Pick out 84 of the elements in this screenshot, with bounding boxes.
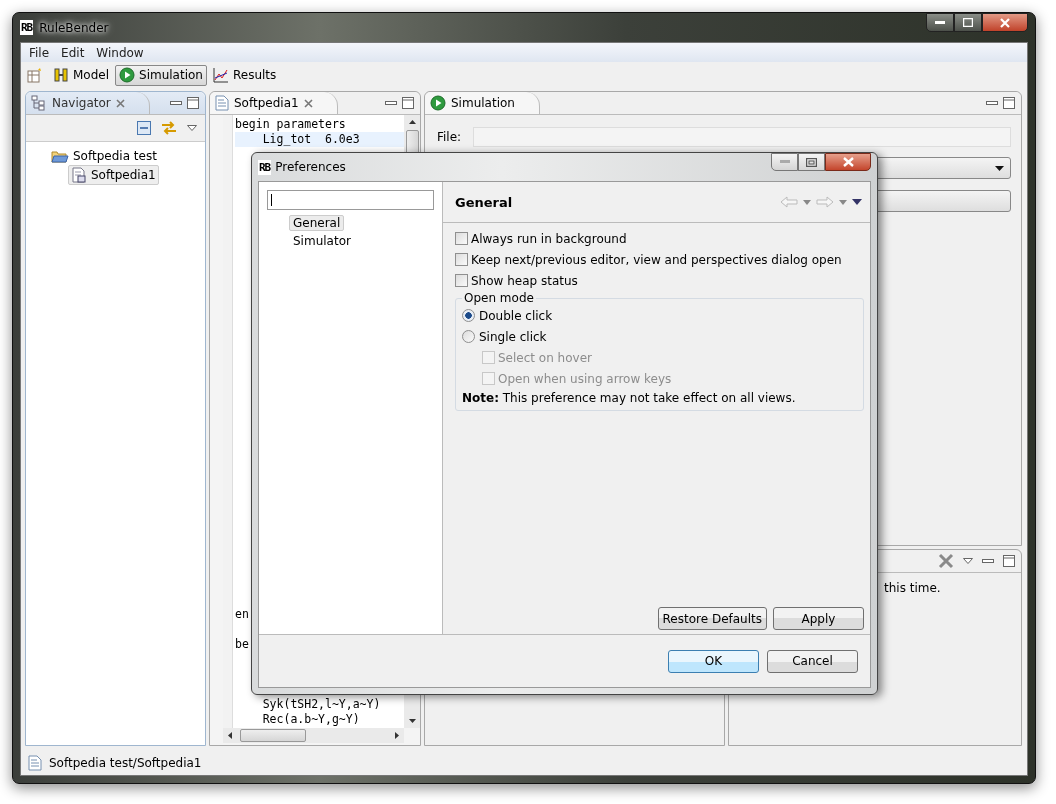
maximize-button[interactable]: [954, 13, 982, 32]
close-button[interactable]: [982, 13, 1028, 32]
code-line: en: [235, 607, 250, 622]
maximize-button[interactable]: [798, 153, 825, 171]
restore-icon: [806, 157, 817, 167]
radio-button[interactable]: Double click: [462, 305, 857, 326]
maximize-icon[interactable]: [187, 97, 199, 109]
perspective-button[interactable]: Simulation: [115, 64, 207, 86]
status-text: Softpedia test/Softpedia1: [49, 755, 202, 770]
left-arrow-icon: [228, 732, 232, 739]
scrollbar-thumb[interactable]: [240, 729, 306, 742]
view-menu-icon[interactable]: [852, 199, 862, 205]
open-perspective-icon[interactable]: [27, 67, 43, 83]
menu-item[interactable]: Window: [90, 45, 150, 60]
tree-icon: [31, 95, 47, 111]
dialog-title: Preferences: [275, 160, 346, 174]
minimize-icon[interactable]: [982, 558, 994, 564]
app-logo: RB: [258, 159, 272, 175]
right-arrow-icon: [395, 732, 399, 739]
collapse-all-icon[interactable]: [137, 121, 151, 135]
group-title: Open mode: [463, 291, 535, 305]
code-line: be: [235, 637, 250, 652]
close-icon[interactable]: [303, 98, 313, 108]
maximize-icon[interactable]: [402, 97, 414, 109]
page-title: General: [455, 194, 513, 210]
note-text: Note: This preference may not take effect on all views.: [462, 391, 797, 405]
simulation-tab[interactable]: Simulation: [425, 92, 540, 114]
window-title: RuleBender: [39, 20, 109, 35]
maximize-icon: [963, 18, 973, 27]
remove-icon[interactable]: [938, 553, 954, 569]
horizontal-scrollbar[interactable]: [223, 728, 404, 743]
dropdown-arrow-icon: [995, 165, 1004, 171]
minimize-icon[interactable]: [170, 100, 182, 106]
play-icon: [430, 95, 446, 111]
view-menu-icon[interactable]: [187, 125, 197, 131]
perspective-button[interactable]: Model: [49, 64, 114, 86]
minimize-icon: [779, 160, 790, 164]
minimize-icon[interactable]: [986, 100, 998, 106]
console-message: this time.: [884, 581, 941, 595]
tree-item[interactable]: Simulator: [289, 233, 355, 249]
maximize-icon[interactable]: [1003, 97, 1015, 109]
editor-tab[interactable]: Softpedia1: [210, 92, 338, 114]
code-line: begin parameters: [235, 117, 347, 132]
dialog-button[interactable]: Cancel: [767, 649, 858, 673]
minimize-icon[interactable]: [385, 100, 397, 106]
minimize-button[interactable]: [926, 13, 954, 32]
file-label: File:: [437, 130, 462, 144]
up-arrow-icon: [408, 120, 416, 124]
radio-button[interactable]: Single click: [462, 326, 857, 347]
page-button[interactable]: Apply: [773, 607, 864, 630]
folder-icon: [51, 148, 69, 163]
tree-item[interactable]: Softpedia1: [68, 164, 159, 185]
close-button[interactable]: [825, 153, 871, 171]
tree-item[interactable]: Softpedia test: [48, 146, 160, 165]
minimize-icon: [935, 20, 945, 25]
maximize-icon[interactable]: [1003, 555, 1015, 567]
checkbox[interactable]: Show heap status: [455, 270, 864, 291]
dropdown-icon[interactable]: [803, 199, 811, 205]
checkbox[interactable]: Keep next/previous editor, view and perspectives dialog open: [455, 249, 864, 270]
close-icon: [842, 157, 854, 167]
menu-item[interactable]: Edit: [55, 45, 91, 60]
document-icon: [28, 754, 42, 771]
code-line: Rec(a.b~Y,g~Y): [261, 712, 361, 727]
code-line: Syk(tSH2,l~Y,a~Y): [261, 697, 382, 712]
perspective-button[interactable]: Results: [208, 64, 281, 86]
menu-item[interactable]: File: [23, 45, 56, 60]
file-icon: [71, 166, 87, 183]
document-icon: [215, 95, 229, 111]
app-logo: RB: [20, 20, 34, 35]
page-button[interactable]: Restore Defaults: [657, 607, 767, 630]
checkbox[interactable]: Always run in background: [455, 228, 864, 249]
close-icon[interactable]: [115, 98, 125, 108]
navigator-tab[interactable]: Navigator: [26, 92, 150, 114]
line-chart-icon: [212, 67, 229, 83]
play-icon: [119, 67, 136, 83]
close-icon: [1000, 17, 1010, 28]
filter-field[interactable]: [267, 190, 434, 210]
model-icon: [53, 67, 69, 83]
file-field[interactable]: [473, 127, 1011, 147]
view-menu-icon[interactable]: [963, 558, 973, 564]
down-arrow-icon: [408, 719, 416, 723]
tree-item[interactable]: General: [289, 215, 345, 231]
dialog-button[interactable]: OK: [668, 649, 759, 673]
dropdown-icon[interactable]: [839, 199, 847, 205]
